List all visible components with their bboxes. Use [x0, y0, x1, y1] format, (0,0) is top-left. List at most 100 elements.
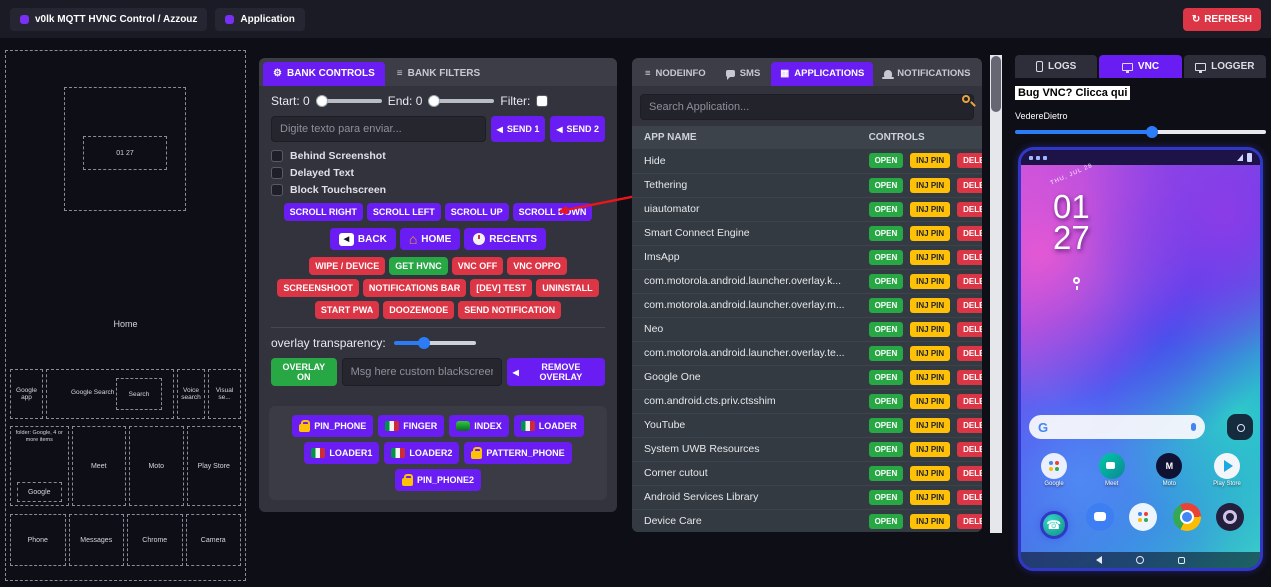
overlay-message-input[interactable]	[342, 358, 502, 386]
open-button[interactable]: OPEN	[869, 370, 904, 385]
tab-applications[interactable]: APPLICATIONS	[771, 62, 873, 86]
overlay-transparency-slider[interactable]	[394, 341, 476, 345]
home-app[interactable]: Meet	[1089, 453, 1135, 487]
action-button[interactable]: UNINSTALL	[536, 279, 598, 297]
wf-google-app[interactable]: Google app	[10, 369, 43, 419]
wf-dock-cell[interactable]: Camera	[186, 514, 242, 566]
tab-nodeinfo[interactable]: NODEINFO	[636, 62, 715, 86]
google-search-bar[interactable]: G	[1029, 415, 1205, 439]
loader-button[interactable]: LOADER	[514, 415, 584, 437]
phone-wallpaper[interactable]: THU, JUL 28 01 27 G Google	[1021, 165, 1260, 568]
action-button[interactable]: [DEV] TEST	[470, 279, 532, 297]
filter-checkbox[interactable]	[536, 95, 548, 107]
open-button[interactable]: OPEN	[869, 274, 904, 289]
brand-button[interactable]: v0lk MQTT HVNC Control / Azzouz	[10, 8, 207, 31]
open-button[interactable]: OPEN	[869, 298, 904, 313]
wf-visual-search[interactable]: Visual se...	[208, 369, 241, 419]
home-widget[interactable]	[1227, 414, 1253, 440]
action-button[interactable]: VNC OPPO	[507, 257, 567, 275]
inj-pin-button[interactable]: INJ PIN	[910, 418, 950, 433]
tab-sms[interactable]: SMS	[717, 62, 770, 86]
scroll-button[interactable]: SCROLL LEFT	[367, 203, 441, 221]
tab-logger[interactable]: LOGGER	[1184, 55, 1266, 78]
open-button[interactable]: OPEN	[869, 514, 904, 529]
open-button[interactable]: OPEN	[869, 466, 904, 481]
send-text-input[interactable]	[271, 116, 486, 142]
inj-pin-button[interactable]: INJ PIN	[910, 202, 950, 217]
tab-vnc[interactable]: VNC	[1099, 55, 1181, 78]
checkbox[interactable]	[271, 150, 283, 162]
start-slider[interactable]	[316, 99, 382, 103]
open-button[interactable]: OPEN	[869, 153, 904, 168]
wf-app-cell[interactable]: Meet	[72, 426, 127, 506]
tab-notifications[interactable]: NOTIFICATIONS	[875, 62, 979, 86]
loader-button[interactable]: PIN_PHONE	[292, 415, 373, 437]
open-button[interactable]: OPEN	[869, 346, 904, 361]
nav-button[interactable]: HOME	[400, 228, 460, 250]
delete-button[interactable]: DELETE	[957, 202, 982, 217]
open-button[interactable]: OPEN	[869, 250, 904, 265]
action-button[interactable]: GET HVNC	[389, 257, 448, 275]
inj-pin-button[interactable]: INJ PIN	[910, 442, 950, 457]
loader-button[interactable]: INDEX	[449, 415, 509, 437]
scroll-button[interactable]: SCROLL DOWN	[513, 203, 593, 221]
wf-search[interactable]: Search	[116, 378, 161, 410]
inj-pin-button[interactable]: INJ PIN	[910, 298, 950, 313]
inj-pin-button[interactable]: INJ PIN	[910, 490, 950, 505]
phone-app-icon[interactable]	[1040, 511, 1068, 539]
chrome-app-icon[interactable]	[1173, 503, 1201, 531]
open-button[interactable]: OPEN	[869, 202, 904, 217]
home-app[interactable]: Moto	[1146, 453, 1192, 487]
delete-button[interactable]: DELETE	[957, 394, 982, 409]
inj-pin-button[interactable]: INJ PIN	[910, 226, 950, 241]
checkbox[interactable]	[271, 167, 283, 179]
delete-button[interactable]: DELETE	[957, 226, 982, 241]
bug-vnc-link[interactable]: Bug VNC? Clicca qui	[1015, 86, 1130, 100]
home-nav-icon[interactable]	[1136, 556, 1144, 564]
wf-google-folder[interactable]: folder: Google, 4 or more items Google	[10, 426, 69, 506]
open-button[interactable]: OPEN	[869, 394, 904, 409]
open-button[interactable]: OPEN	[869, 178, 904, 193]
loader-button[interactable]: PATTERN_PHONE	[464, 442, 571, 464]
action-button[interactable]: DOOZEMODE	[383, 301, 454, 319]
send1-button[interactable]: SEND 1	[491, 116, 546, 142]
inj-pin-button[interactable]: INJ PIN	[910, 394, 950, 409]
app-icon[interactable]	[1099, 453, 1125, 479]
apps-scrollbar[interactable]	[990, 55, 1002, 533]
action-button[interactable]: START PWA	[315, 301, 379, 319]
action-button[interactable]: NOTIFICATIONS BAR	[363, 279, 466, 297]
action-button[interactable]: SEND NOTIFICATION	[458, 301, 561, 319]
inj-pin-button[interactable]: INJ PIN	[910, 346, 950, 361]
delete-button[interactable]: DELETE	[957, 370, 982, 385]
app-search-input[interactable]	[640, 94, 974, 120]
bank-checkbox-row[interactable]: Behind Screenshot	[271, 150, 605, 162]
scroll-button[interactable]: SCROLL UP	[445, 203, 509, 221]
action-button[interactable]: SCREENSHOOT	[277, 279, 359, 297]
wf-google-search[interactable]: Google Search Search	[46, 369, 174, 419]
inj-pin-button[interactable]: INJ PIN	[910, 178, 950, 193]
action-button[interactable]: VNC OFF	[452, 257, 504, 275]
send2-button[interactable]: SEND 2	[550, 116, 605, 142]
vedere-dietro-slider[interactable]	[1015, 130, 1266, 134]
google-folder-icon[interactable]	[1129, 503, 1157, 531]
delete-button[interactable]: DELETE	[957, 466, 982, 481]
delete-button[interactable]: DELETE	[957, 490, 982, 505]
delete-button[interactable]: DELETE	[957, 153, 982, 168]
inj-pin-button[interactable]: INJ PIN	[910, 250, 950, 265]
scroll-button[interactable]: SCROLL RIGHT	[284, 203, 363, 221]
open-button[interactable]: OPEN	[869, 490, 904, 505]
inj-pin-button[interactable]: INJ PIN	[910, 274, 950, 289]
inj-pin-button[interactable]: INJ PIN	[910, 466, 950, 481]
app-icon[interactable]	[1041, 453, 1067, 479]
delete-button[interactable]: DELETE	[957, 250, 982, 265]
inj-pin-button[interactable]: INJ PIN	[910, 322, 950, 337]
nav-button[interactable]: BACK	[330, 228, 396, 250]
remove-overlay-button[interactable]: REMOVE OVERLAY	[507, 358, 605, 386]
wf-app-cell[interactable]: Moto	[129, 426, 184, 506]
wf-home-label[interactable]: Home	[6, 319, 245, 329]
wf-voice-search[interactable]: Voice search	[177, 369, 205, 419]
checkbox[interactable]	[271, 184, 283, 196]
app-icon[interactable]	[1156, 453, 1182, 479]
open-button[interactable]: OPEN	[869, 226, 904, 241]
home-app[interactable]: Google	[1031, 453, 1077, 487]
